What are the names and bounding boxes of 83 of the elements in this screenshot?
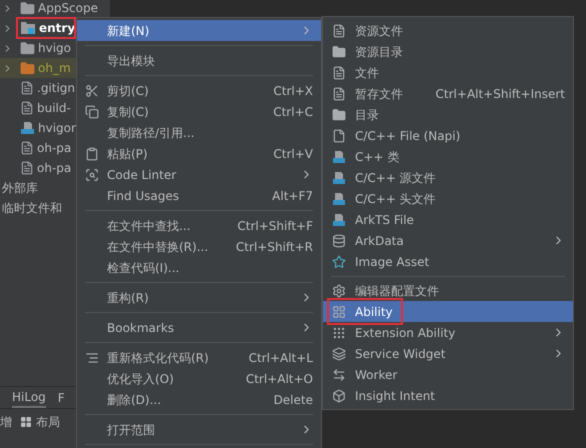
menu-item[interactable]: ArkData [323,230,573,251]
menu-item[interactable]: 文件 [323,62,573,83]
magnifier-icon [85,168,99,182]
menu-item[interactable]: Worker [323,364,573,385]
menu-item[interactable]: 检查代码(I)... [77,257,321,278]
star-icon [332,254,346,268]
menu-item[interactable]: 打开范围 [77,419,321,440]
file-icon [332,128,346,142]
highlight-frame [16,17,76,39]
shortcut-text: Ctrl+Shift+F [237,218,313,234]
menu-item[interactable]: Code Linter [77,164,321,185]
menu-item[interactable]: 在文件中查找... Ctrl+Shift+F [77,215,321,236]
menu-item[interactable]: 粘贴(P) Ctrl+V [77,143,321,164]
file-icon [20,141,34,155]
toolbar-label[interactable]: 布局 [36,412,60,430]
shortcut-text: Ctrl+C [273,104,313,120]
tool-tab[interactable]: F [58,387,65,408]
menu-item[interactable]: 目录 [323,104,573,125]
file-icon [332,170,346,184]
menu-item[interactable]: 编辑器配置文件 [323,280,573,301]
menu-item[interactable]: 暂存文件 Ctrl+Alt+Shift+Insert [323,83,573,104]
menu-item[interactable]: Service Widget [323,343,573,364]
menu-item[interactable]: Ability [323,301,573,322]
folder-icon [20,0,35,16]
menu-item[interactable]: 剪切(C) Ctrl+X [77,80,321,101]
file-icon [332,150,346,164]
tree-item[interactable]: AppScope [0,0,110,18]
file-icon [332,66,346,80]
menu-item[interactable]: 复制路径/引用... [77,122,321,143]
folder-icon [20,60,35,76]
menu-item[interactable]: 在文件中替换(R)... Ctrl+Shift+R [77,236,321,257]
menu-item[interactable]: 资源文件 [323,20,573,41]
toolbar-label[interactable]: 增 [0,412,12,430]
file-icon [20,81,34,95]
menu-item[interactable]: Image Asset [323,251,573,272]
module-folder-icon [20,21,36,35]
grid-icon [20,416,32,428]
copy-icon [85,104,99,118]
menu-item[interactable]: 资源目录 [323,41,573,62]
scissors-icon [85,84,99,98]
folder-icon [332,108,346,122]
menu-item[interactable]: Extension Ability [323,322,573,343]
shortcut-text: Ctrl+V [273,146,313,162]
clipboard-icon [85,146,99,160]
menu-item[interactable]: 复制(C) Ctrl+C [77,101,321,122]
file-icon [20,101,34,115]
menu-item[interactable]: 重构(R) [77,287,321,308]
folder-icon [20,40,35,56]
cube-icon [332,388,346,402]
shortcut-text: Ctrl+X [273,82,313,100]
menu-item[interactable]: Insight Intent [323,385,573,406]
shortcut-text: Ctrl+Alt+Shift+Insert [436,86,565,102]
menu-item[interactable]: C/C++ File (Napi) [323,125,573,146]
menu-item[interactable]: ArkTS File [323,209,573,230]
menu-item[interactable]: 新建(N) [77,20,321,41]
menu-item[interactable]: Find Usages Alt+F7 [77,185,321,206]
file-icon [332,86,346,100]
layers-icon [332,346,346,360]
file-icon [20,161,34,175]
indent-icon [85,350,99,364]
shortcut-text: Delete [274,392,313,408]
settings-icon [332,284,346,298]
tool-tab[interactable]: HiLog [12,387,46,408]
menu-item[interactable]: 重新格式化代码(R) Ctrl+Alt+L [77,347,321,368]
dots-grid-icon [332,326,346,340]
arrows-icon [332,368,346,382]
grid-icon [332,304,346,318]
database-icon [332,234,346,248]
menu-item[interactable]: C/C++ 头文件 [323,188,573,209]
menu-item[interactable]: C/C++ 源文件 [323,167,573,188]
menu-item[interactable]: C++ 类 [323,146,573,167]
shortcut-text: Alt+F7 [272,188,313,204]
file-icon [20,121,35,135]
shortcut-text: Ctrl+Shift+R [236,238,313,256]
shortcut-text: Ctrl+Alt+L [248,350,313,366]
folder-icon [332,44,346,58]
file-icon [332,212,346,226]
menu-item[interactable]: 优化导入(O) Ctrl+Alt+O [77,368,321,389]
menu-item[interactable]: 删除(D)... Delete [77,389,321,410]
file-icon [332,192,346,206]
menu-item[interactable]: Bookmarks [77,317,321,338]
file-icon [332,24,346,38]
shortcut-text: Ctrl+Alt+O [246,370,313,388]
